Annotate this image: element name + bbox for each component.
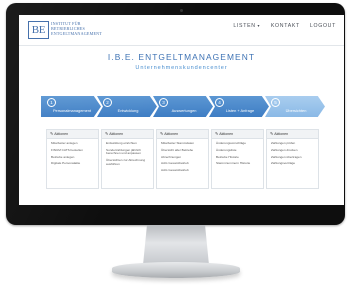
card-action-link[interactable]: Übersichten zur Abrechnung ausführen — [106, 158, 153, 166]
card-header-label: Aktionen — [164, 132, 179, 136]
pencil-icon: ✎ — [215, 132, 219, 136]
monitor-bezel: BE INSTITUT FÜR BETRIEBLICHES ENTGELTMAN… — [6, 3, 345, 225]
nav-item-listen[interactable]: LISTEN▼ — [233, 23, 261, 29]
nav-item-label: KONTAKT — [270, 23, 300, 29]
card-action-link[interactable]: Änderungsliste — [216, 148, 263, 153]
card-action-link[interactable]: Mitarbeiter anlegen — [51, 141, 98, 146]
card-action-link[interactable]: Zahlungsverträge — [271, 162, 318, 166]
card-action-link[interactable]: Zahlungen prüfen — [271, 141, 318, 146]
main-nav: LISTEN▼ KONTAKT LOGOUT — [233, 23, 336, 29]
card-action-link[interactable]: Übersicht aller Betriebe — [161, 148, 208, 153]
step-number: 4 — [215, 97, 224, 107]
step-label: Entwicklung — [117, 108, 139, 113]
monitor-stand-base — [112, 262, 240, 278]
step-personalmanagement[interactable]: 1 Personalmanagement — [41, 96, 101, 117]
card-header-label: Aktionen — [54, 132, 69, 136]
card-action-list: Mitarbeiter anlegen FINUM CATS bestellen… — [47, 139, 98, 166]
step-number: 3 — [159, 97, 168, 107]
card-header: ✎Aktionen — [47, 130, 98, 139]
logo-mark[interactable]: BE — [28, 21, 49, 39]
pencil-icon: ✎ — [105, 132, 109, 136]
card-header-label: Aktionen — [274, 132, 289, 136]
site-header: BE INSTITUT FÜR BETRIEBLICHES ENTGELTMAN… — [19, 15, 344, 46]
card-action-link[interactable]: Änderungsvorschläge — [216, 141, 263, 146]
card-header: ✎Aktionen — [267, 130, 318, 139]
step-uebersichten[interactable]: 5 Übersichten — [265, 96, 325, 117]
step-label: Auswertungen — [171, 108, 197, 113]
card-action-list: Mitarbeiter Stammdaten Übersicht aller B… — [157, 139, 208, 173]
process-steps: 1 Personalmanagement 2 Entwicklung 3 Aus… — [41, 96, 326, 117]
card-action-link[interactable]: Sonderzahlungen jährlich berechnen und a… — [106, 148, 153, 156]
card-action-link[interactable]: Betriebe anlegen — [51, 155, 98, 160]
card-header: ✎Aktionen — [157, 130, 208, 139]
step-label: Personalmanagement — [52, 108, 92, 113]
step-entwicklung[interactable]: 2 Entwicklung — [97, 96, 157, 117]
card-action-list: Zahlungen prüfen Zahlungen drucken Zahlu… — [267, 139, 318, 166]
card-uebersichten: ✎Aktionen Zahlungen prüfen Zahlungen dru… — [266, 129, 319, 189]
step-number: 1 — [47, 97, 56, 107]
logo-text[interactable]: INSTITUT FÜR BETRIEBLICHES ENTGELTMANAGE… — [51, 21, 141, 37]
card-action-list: Entwicklung einrichten Sonderzahlungen j… — [102, 139, 153, 166]
step-label: Listen + Anfrage — [225, 108, 255, 113]
page-title: I.B.E. ENTGELTMANAGEMENT — [107, 52, 256, 62]
nav-item-label: LISTEN — [233, 23, 256, 29]
card-action-link[interactable]: AAG Gesamtbetrieb — [161, 162, 208, 166]
card-header-label: Aktionen — [219, 132, 234, 136]
card-auswertungen: ✎Aktionen Mitarbeiter Stammdaten Übersic… — [156, 129, 209, 189]
card-action-link[interactable]: Entwicklung einrichten — [106, 141, 153, 146]
card-action-link[interactable]: Abrechnungen — [161, 155, 208, 160]
card-action-link[interactable]: Mitarbeiter Stammdaten — [161, 141, 208, 146]
card-header: ✎Aktionen — [212, 130, 263, 139]
card-action-link[interactable]: Zahlungen drucken — [271, 148, 318, 153]
step-listen-anfrage[interactable]: 4 Listen + Anfrage — [209, 96, 269, 117]
card-personalmanagement: ✎Aktionen Mitarbeiter anlegen FINUM CATS… — [46, 129, 99, 189]
card-action-link[interactable]: AAG Gesamtbetrieb — [161, 169, 208, 173]
card-action-link[interactable]: Stammnummern Historie — [216, 162, 263, 166]
pencil-icon: ✎ — [50, 132, 54, 136]
step-number: 5 — [271, 97, 280, 107]
logo-line: ENTGELTMANAGEMENT — [51, 31, 103, 37]
step-number: 2 — [103, 97, 112, 107]
monitor-screen: BE INSTITUT FÜR BETRIEBLICHES ENTGELTMAN… — [19, 15, 344, 205]
monitor-stand-neck — [143, 225, 209, 265]
nav-item-kontakt[interactable]: KONTAKT — [271, 23, 300, 29]
camera-dot — [180, 9, 183, 12]
card-header: ✎Aktionen — [102, 130, 153, 139]
card-action-link[interactable]: Digitale Personalakte — [51, 162, 98, 166]
card-listen-anfrage: ✎Aktionen Änderungsvorschläge Änderungsl… — [211, 129, 264, 189]
step-auswertungen[interactable]: 3 Auswertungen — [153, 96, 213, 117]
card-header-label: Aktionen — [109, 132, 124, 136]
card-action-link[interactable]: Zahlungen übertragen — [271, 155, 318, 160]
page-subtitle: Unternehmenskundencenter — [135, 65, 228, 71]
step-label: Übersichten — [285, 108, 307, 113]
pencil-icon: ✎ — [160, 132, 164, 136]
caret-down-icon: ▼ — [256, 24, 261, 28]
pencil-icon: ✎ — [270, 132, 274, 136]
nav-item-logout[interactable]: LOGOUT — [310, 23, 336, 29]
nav-item-label: LOGOUT — [309, 23, 336, 29]
card-entwicklung: ✎Aktionen Entwicklung einrichten Sonderz… — [101, 129, 154, 189]
card-action-list: Änderungsvorschläge Änderungsliste Betri… — [212, 139, 263, 166]
card-action-link[interactable]: Betriebe Historie — [216, 155, 263, 160]
card-action-link[interactable]: FINUM CATS bestellen — [51, 148, 98, 153]
